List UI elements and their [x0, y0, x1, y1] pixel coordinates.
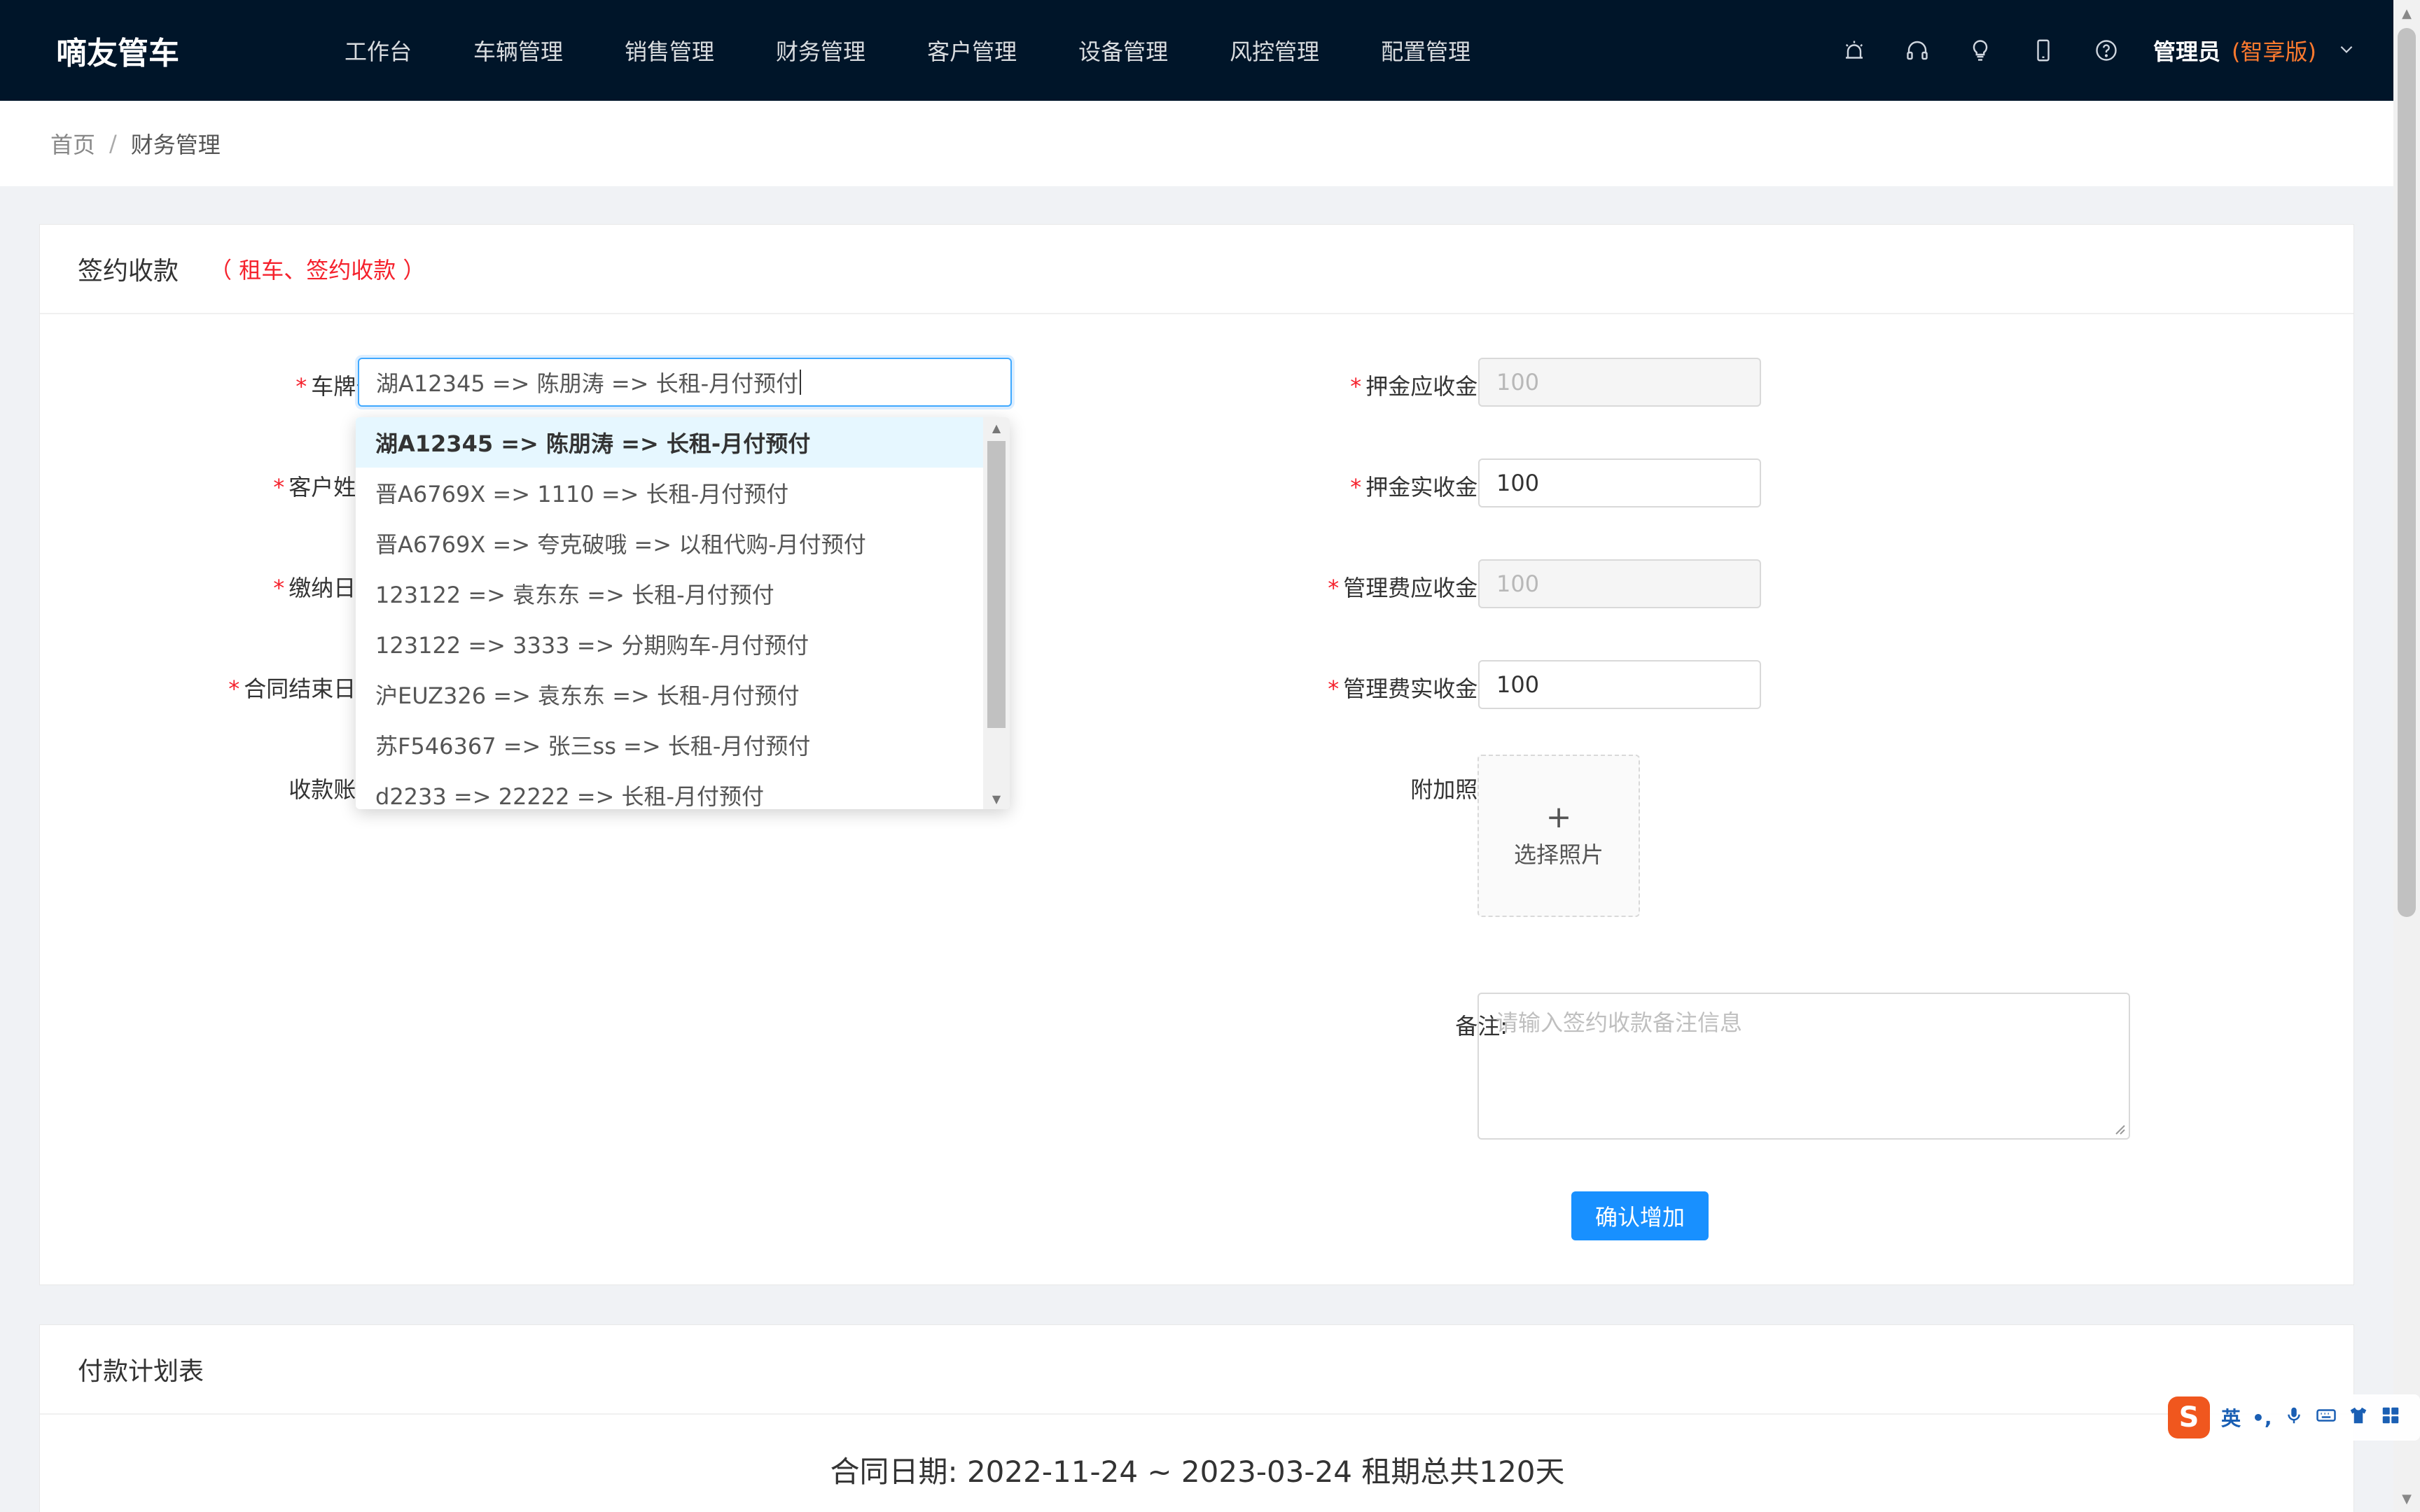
card-header: 签约收款 （ 租车、签约收款 ）	[40, 225, 2353, 314]
scroll-up-icon[interactable]: ▲	[983, 417, 1010, 438]
confirm-add-button[interactable]: 确认增加	[1571, 1191, 1709, 1240]
user-name[interactable]: 管理员	[2153, 34, 2220, 66]
dropdown-scrollbar[interactable]: ▲ ▼	[983, 417, 1010, 809]
nav-item-workbench[interactable]: 工作台	[345, 34, 412, 66]
fee-paid-label: * 管理费实收金额:	[1328, 676, 1508, 702]
card-title: 付款计划表	[78, 1357, 204, 1386]
ime-language-toggle[interactable]: 英	[2221, 1404, 2241, 1432]
payment-plan-card: 付款计划表 合同日期: 2022-11-24 ~ 2023-03-24 租期总共…	[39, 1324, 2354, 1512]
contract-end-label: * 合同结束日期:	[228, 676, 386, 702]
dropdown-scrollbar-thumb[interactable]	[987, 441, 1006, 728]
plate-select-input[interactable]: 湖A12345 => 陈朋涛 => 长租-月付预付	[358, 358, 1012, 407]
dropdown-option[interactable]: 晋A6769X => 夸克破哦 => 以租代购-月付预付	[356, 518, 983, 568]
photos-label: 附加照片:	[1410, 776, 1508, 803]
text-caret	[800, 370, 802, 395]
dropdown-option[interactable]: 湖A12345 => 陈朋涛 => 长租-月付预付	[356, 417, 983, 468]
nav-item-devices[interactable]: 设备管理	[1078, 34, 1168, 66]
nav-item-sales[interactable]: 销售管理	[625, 34, 714, 66]
remark-label: 备注:	[1455, 1013, 1508, 1040]
breadcrumb: 首页 / 财务管理	[0, 101, 2393, 186]
card-title: 签约收款	[78, 257, 179, 286]
deposit-due-label: * 押金应收金额:	[1350, 373, 1508, 400]
ime-punctuation-toggle[interactable]: •,	[2252, 1406, 2272, 1429]
plate-dropdown: 湖A12345 => 陈朋涛 => 长租-月付预付 晋A6769X => 111…	[356, 417, 1010, 809]
dropdown-option[interactable]: 沪EUZ326 => 袁东东 => 长租-月付预付	[356, 669, 983, 720]
scroll-down-icon[interactable]: ▼	[2393, 1485, 2420, 1512]
dropdown-option[interactable]: 苏F546367 => 张三ss => 长租-月付预付	[356, 720, 983, 770]
microphone-icon[interactable]	[2283, 1405, 2304, 1431]
app-logo[interactable]: 嘀友管车	[56, 28, 345, 73]
toolbox-icon[interactable]	[2380, 1405, 2401, 1431]
dropdown-option[interactable]: 123122 => 3333 => 分期购车-月付预付	[356, 619, 983, 669]
alarm-icon[interactable]	[1823, 0, 1886, 101]
remark-placeholder: 请输入签约收款备注信息	[1496, 1009, 1743, 1036]
scroll-down-icon[interactable]: ▼	[983, 788, 1010, 809]
deposit-due-input: 100	[1478, 358, 1761, 407]
nav-item-config[interactable]: 配置管理	[1381, 34, 1470, 66]
fee-due-input: 100	[1478, 559, 1761, 608]
plus-icon: +	[1545, 799, 1572, 835]
scroll-up-icon[interactable]: ▲	[2393, 0, 2420, 27]
edition-badge: (智享版)	[2232, 38, 2316, 65]
fee-due-label: * 管理费应收金额:	[1328, 575, 1508, 601]
dropdown-option[interactable]: 晋A6769X => 1110 => 长租-月付预付	[356, 468, 983, 518]
page-scrollbar-thumb[interactable]	[2398, 28, 2416, 917]
nav-right-tools: 管理员 (智享版)	[1823, 0, 2393, 101]
dropdown-list: 湖A12345 => 陈朋涛 => 长租-月付预付 晋A6769X => 111…	[356, 417, 983, 809]
deposit-paid-label: * 押金实收金额:	[1350, 474, 1508, 500]
ime-logo-icon[interactable]: S	[2168, 1396, 2210, 1438]
lightbulb-icon[interactable]	[1949, 0, 2012, 101]
breadcrumb-separator: /	[109, 130, 117, 157]
remark-textarea[interactable]: 请输入签约收款备注信息	[1477, 993, 2130, 1140]
headset-icon[interactable]	[1886, 0, 1949, 101]
help-icon[interactable]	[2075, 0, 2138, 101]
skin-icon[interactable]	[2348, 1405, 2369, 1431]
nav-item-vehicles[interactable]: 车辆管理	[473, 34, 563, 66]
keyboard-icon[interactable]	[2316, 1405, 2337, 1431]
dropdown-option[interactable]: 123122 => 袁东东 => 长租-月付预付	[356, 568, 983, 619]
breadcrumb-current: 财务管理	[130, 132, 221, 158]
ime-toolbar: S 英 •,	[2168, 1394, 2420, 1441]
fee-paid-input[interactable]: 100	[1478, 660, 1761, 709]
deposit-paid-input[interactable]: 100	[1478, 458, 1761, 507]
page-scrollbar[interactable]: ▲ ▼	[2393, 0, 2420, 1512]
upload-label: 选择照片	[1513, 841, 1604, 868]
main-nav: 工作台 车辆管理 销售管理 财务管理 客户管理 设备管理 风控管理 配置管理	[345, 0, 1532, 101]
nav-item-risk[interactable]: 风控管理	[1230, 34, 1319, 66]
chevron-down-icon[interactable]	[2337, 40, 2356, 61]
breadcrumb-home[interactable]: 首页	[50, 127, 95, 160]
photo-upload-button[interactable]: + 选择照片	[1477, 755, 1640, 917]
dropdown-option[interactable]: d2233 => 22222 => 长租-月付预付	[356, 770, 983, 809]
card-header: 付款计划表	[40, 1325, 2353, 1415]
nav-item-finance[interactable]: 财务管理	[776, 34, 865, 66]
nav-item-customers[interactable]: 客户管理	[927, 34, 1017, 66]
card-subtitle: （ 租车、签约收款 ）	[209, 257, 426, 284]
resize-handle-icon[interactable]	[2112, 1121, 2126, 1135]
top-nav-bar: 嘀友管车 工作台 车辆管理 销售管理 财务管理 客户管理 设备管理 风控管理 配…	[0, 0, 2393, 101]
contract-period-text: 合同日期: 2022-11-24 ~ 2023-03-24 租期总共120天	[830, 1455, 1565, 1489]
phone-icon[interactable]	[2012, 0, 2075, 101]
